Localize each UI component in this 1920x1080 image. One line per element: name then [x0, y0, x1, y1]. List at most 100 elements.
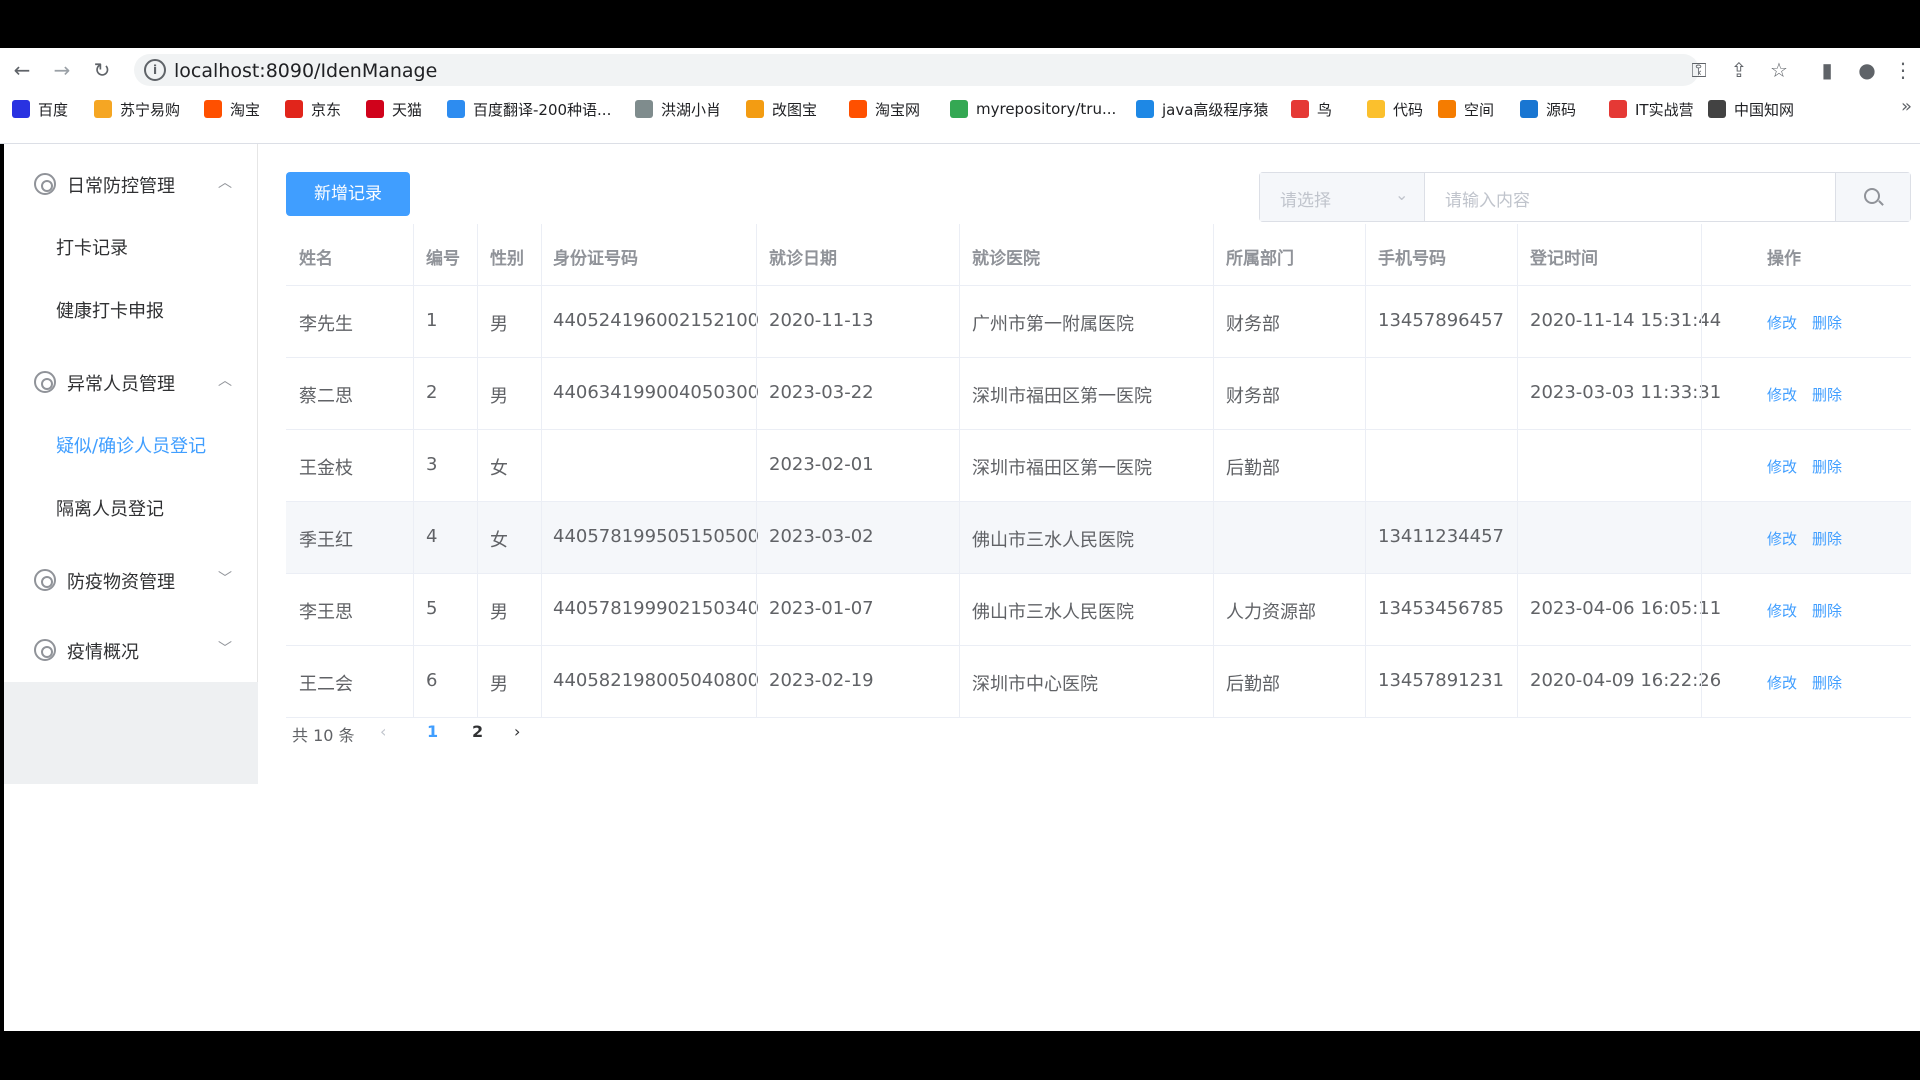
- table-cell: 王金枝: [299, 458, 353, 479]
- edit-link[interactable]: 修改: [1767, 528, 1797, 549]
- delete-link[interactable]: 删除: [1812, 528, 1842, 549]
- table-cell: 男: [490, 314, 508, 335]
- search-button[interactable]: [1835, 173, 1910, 221]
- star-icon[interactable]: ☆: [1766, 56, 1792, 84]
- bookmark-item[interactable]: 源码: [1520, 98, 1576, 120]
- menu-icon[interactable]: ⋮: [1890, 56, 1916, 84]
- table-cell: 6: [426, 670, 438, 691]
- share-icon[interactable]: ⇪: [1726, 56, 1752, 84]
- column-header: 性别: [490, 249, 524, 269]
- delete-link[interactable]: 删除: [1812, 384, 1842, 405]
- page-2[interactable]: 2: [472, 722, 483, 741]
- reload-icon[interactable]: ↻: [90, 58, 114, 82]
- bookmark-item[interactable]: 洪湖小肖: [635, 98, 721, 120]
- sidebar-item[interactable]: 打卡记录: [4, 214, 258, 276]
- sidebar-item[interactable]: 疑似/确诊人员登记: [4, 412, 258, 474]
- sidebar-group[interactable]: 防疫物资管理 ﹀: [4, 550, 258, 612]
- chevron-down-icon: ﹀: [218, 641, 232, 657]
- delete-link[interactable]: 删除: [1812, 456, 1842, 477]
- delete-link[interactable]: 删除: [1812, 600, 1842, 621]
- delete-link[interactable]: 删除: [1812, 672, 1842, 693]
- sidebar-empty-area: [4, 682, 258, 784]
- table-cell: 2020-04-09 16:22:26: [1530, 670, 1722, 691]
- bookmarks-bar: 百度 苏宁易购 淘宝 京东 天猫 百度翻译-200种语... 洪湖小肖 改图宝 淘宝网 myrep…: [0, 92, 1920, 124]
- table-cell: 440582198005040800: [553, 670, 760, 691]
- next-page-icon[interactable]: ›: [514, 722, 520, 741]
- table-cell: 440578199902150340: [553, 598, 760, 619]
- page-1[interactable]: 1: [427, 722, 438, 741]
- table-header: 姓名 编号 性别 身份证号码 就诊日期 就诊医院 所属部门 手机号码 登记时间 操作: [286, 224, 1911, 286]
- bookmark-item[interactable]: 空间: [1438, 98, 1494, 120]
- bookmark-item[interactable]: 京东: [285, 98, 341, 120]
- bookmark-label: 百度翻译-200种语...: [473, 100, 612, 119]
- column-header: 登记时间: [1530, 249, 1598, 269]
- table-cell: 王二会: [299, 674, 353, 695]
- table-cell: 2020-11-13: [769, 310, 874, 331]
- bookmark-item[interactable]: IT实战营: [1609, 98, 1694, 120]
- sidebar-group-label: 防疫物资管理: [67, 572, 175, 593]
- bookmark-item[interactable]: myrepository/tru...: [950, 98, 1116, 120]
- gear-icon: [34, 371, 56, 393]
- sidepanel-icon[interactable]: ▮: [1814, 56, 1840, 84]
- search-input[interactable]: 请输入内容: [1425, 173, 1835, 221]
- table-cell: 2023-03-02: [769, 526, 874, 547]
- bookmark-favicon-icon: [1291, 100, 1309, 118]
- table-cell: 广州市第一附属医院: [972, 314, 1134, 335]
- column-header: 姓名: [299, 249, 333, 269]
- search-field-select[interactable]: 请选择 ⌄: [1260, 173, 1425, 221]
- site-info-icon[interactable]: i: [144, 59, 166, 81]
- add-record-button[interactable]: 新增记录: [286, 172, 410, 216]
- top-black-bar: [0, 0, 1920, 48]
- search-placeholder: 请输入内容: [1445, 191, 1530, 211]
- bookmark-item[interactable]: 中国知网: [1708, 98, 1794, 120]
- url-text: localhost:8090/IdenManage: [174, 60, 438, 82]
- bookmark-item[interactable]: 淘宝: [204, 98, 260, 120]
- bookmark-item[interactable]: 改图宝: [746, 98, 817, 120]
- table-cell: 13457891231: [1378, 670, 1504, 691]
- bookmark-item[interactable]: 淘宝网: [849, 98, 920, 120]
- bookmark-item[interactable]: 百度翻译-200种语...: [447, 98, 611, 120]
- bookmark-item[interactable]: 苏宁易购: [94, 98, 180, 120]
- bookmark-item[interactable]: 鸟: [1291, 98, 1332, 120]
- column-header: 所属部门: [1226, 249, 1294, 269]
- table-cell: 13457896457: [1378, 310, 1504, 331]
- bookmark-favicon-icon: [94, 100, 112, 118]
- table-cell: 女: [490, 458, 508, 479]
- bookmark-item[interactable]: 天猫: [366, 98, 422, 120]
- sidebar-group[interactable]: 疫情概况 ﹀: [4, 620, 258, 682]
- column-divider: [477, 224, 478, 718]
- bookmark-label: 源码: [1546, 100, 1577, 119]
- bookmark-favicon-icon: [1708, 100, 1726, 118]
- edit-link[interactable]: 修改: [1767, 600, 1797, 621]
- table-cell: 财务部: [1226, 314, 1280, 335]
- sidebar-group[interactable]: 日常防控管理 ︿: [4, 154, 258, 216]
- key-icon[interactable]: ⚿: [1686, 56, 1712, 84]
- sidebar-item[interactable]: 隔离人员登记: [4, 475, 258, 537]
- profile-icon[interactable]: ●: [1854, 56, 1880, 84]
- sidebar-group-label: 疫情概况: [67, 642, 139, 663]
- bookmark-item[interactable]: java高级程序猿: [1136, 98, 1268, 120]
- table-cell: 2: [426, 382, 438, 403]
- sidebar-item[interactable]: 健康打卡申报: [4, 277, 258, 339]
- bookmark-item[interactable]: 代码: [1367, 98, 1423, 120]
- table-cell: 佛山市三水人民医院: [972, 530, 1134, 551]
- delete-link[interactable]: 删除: [1812, 312, 1842, 333]
- edit-link[interactable]: 修改: [1767, 672, 1797, 693]
- prev-page-icon[interactable]: ‹: [380, 722, 386, 741]
- table-cell: 2020-11-14 15:31:44: [1530, 310, 1722, 331]
- forward-icon[interactable]: →: [50, 58, 74, 82]
- bookmark-item[interactable]: 百度: [12, 98, 68, 120]
- bookmark-favicon-icon: [950, 100, 968, 118]
- bookmark-favicon-icon: [849, 100, 867, 118]
- edit-link[interactable]: 修改: [1767, 384, 1797, 405]
- table-cell: 5: [426, 598, 438, 619]
- address-bar[interactable]: i localhost:8090/IdenManage: [134, 54, 1699, 86]
- edit-link[interactable]: 修改: [1767, 456, 1797, 477]
- back-icon[interactable]: ←: [10, 58, 34, 82]
- sidebar-group[interactable]: 异常人员管理 ︿: [4, 352, 258, 414]
- edit-link[interactable]: 修改: [1767, 312, 1797, 333]
- bookmark-favicon-icon: [746, 100, 764, 118]
- table-cell: 后勤部: [1226, 674, 1280, 695]
- table-cell: 男: [490, 674, 508, 695]
- bookmarks-more-icon[interactable]: »: [1901, 96, 1912, 117]
